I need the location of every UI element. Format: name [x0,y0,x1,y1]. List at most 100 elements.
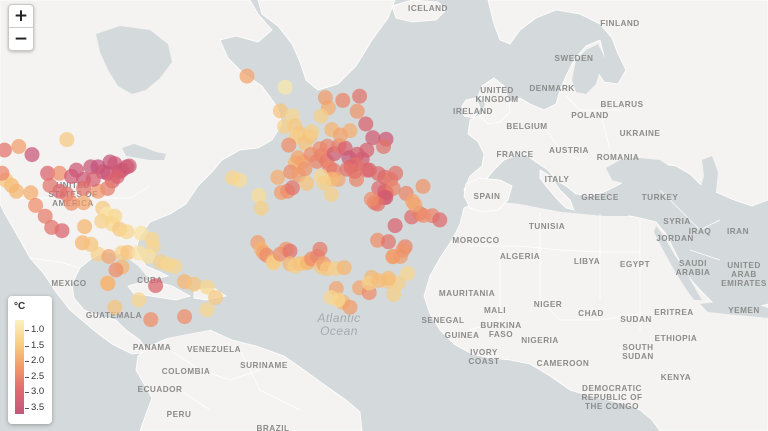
greenland-landmass [257,0,396,91]
station-dot[interactable] [323,187,339,202]
station-dot[interactable] [281,137,297,153]
country-label-iran: IRAN [727,227,749,236]
country-label-iceland: ICELAND [408,4,448,13]
legend-tick-mark [25,361,29,363]
station-dot[interactable] [24,147,40,163]
station-dot[interactable] [100,275,116,291]
station-dot[interactable] [297,161,313,177]
station-dot[interactable] [376,139,392,154]
legend-tick-label: 2.0 [31,355,45,367]
station-dot[interactable] [312,241,328,257]
country-label-austria: AUSTRIA [549,146,589,155]
country-label-niger: NIGER [534,300,562,309]
zoom-out-button[interactable]: − [9,27,33,50]
country-label-cameroon: CAMEROON [537,359,590,368]
country-label-spain: SPAIN [474,192,501,201]
station-dot[interactable] [407,197,423,213]
legend-tick-mark [25,408,29,409]
legend-tick-label: 1.0 [31,324,45,335]
map-viewport[interactable]: ICELAND FINLAND SWEDEN DENMARK UNITED KINGDOM… [0,0,768,431]
station-dot[interactable] [332,127,348,143]
country-label-suriname: SURINAME [240,361,288,370]
station-dot[interactable] [42,178,58,193]
station-dot[interactable] [251,187,267,203]
station-dot[interactable] [395,242,411,258]
station-dot[interactable] [59,132,75,148]
station-dot[interactable] [380,234,396,250]
station-dot[interactable] [108,262,124,278]
station-dot[interactable] [28,197,44,213]
legend-tick-label: 3.5 [31,402,45,413]
station-dot[interactable] [224,170,240,186]
country-label-panama: PANAMA [133,343,171,352]
country-label-sudan: SUDAN [620,315,652,324]
station-dot[interactable] [371,273,387,289]
country-label-yemen: YEMEN [728,306,760,315]
country-label-saudi-arabia: SAUDI ARABIA [676,259,711,277]
basemap: ICELAND FINLAND SWEDEN DENMARK UNITED KINGDOM… [0,0,768,431]
country-label-egypt: EGYPT [620,260,650,269]
station-dot[interactable] [148,278,164,294]
station-dot[interactable] [253,200,269,216]
station-dot[interactable] [270,169,286,185]
country-label-poland: POLAND [571,111,609,120]
station-dot[interactable] [387,218,403,234]
station-dot[interactable] [284,180,300,196]
station-dot[interactable] [107,299,123,315]
country-label-ivory-coast: IVORY COAST [468,348,499,366]
country-label-italy: ITALY [545,175,570,184]
station-dot[interactable] [177,309,193,325]
station-dot[interactable] [317,90,333,106]
station-dot[interactable] [11,139,27,154]
country-label-drc: DEMOCRATIC REPUBLIC OF THE CONGO [582,384,643,411]
station-dot[interactable] [358,116,374,132]
station-dot[interactable] [363,191,379,207]
country-label-ukraine: UKRAINE [620,129,661,138]
station-dot[interactable] [352,88,368,104]
station-dot[interactable] [143,312,159,328]
station-dot[interactable] [186,276,202,292]
country-label-united-kingdom: UNITED KINGDOM [475,86,518,104]
country-label-colombia: COLOMBIA [162,367,211,376]
legend-tick-mark [25,330,29,331]
station-dot[interactable] [330,292,346,308]
station-dot[interactable] [76,195,92,211]
station-dot[interactable] [386,287,402,303]
station-dot[interactable] [101,249,117,264]
station-dot[interactable] [388,165,404,181]
station-dot[interactable] [208,290,224,305]
station-dot[interactable] [131,292,147,308]
station-dot[interactable] [77,219,93,235]
station-dot[interactable] [199,302,215,318]
country-label-libya: LIBYA [574,257,600,266]
station-dot[interactable] [277,79,293,95]
station-dot[interactable] [336,260,352,276]
country-label-kenya: KENYA [661,373,691,382]
station-dot[interactable] [239,68,255,84]
country-label-belgium: BELGIUM [506,122,547,131]
country-label-eritrea: ERITREA [654,308,693,317]
country-label-guinea: GUINEA [445,331,480,340]
country-label-uae: UNITED ARAB EMIRATES [721,261,767,288]
legend-tick-mark [25,392,29,394]
station-dot[interactable] [299,175,315,191]
country-label-tunisia: TUNISIA [529,222,565,231]
station-dot[interactable] [167,258,183,274]
country-label-mexico: MEXICO [51,279,86,288]
legend-unit: °C [14,301,26,312]
station-dot[interactable] [68,162,84,178]
station-dot[interactable] [432,212,448,228]
station-dot[interactable] [415,178,431,194]
station-dot[interactable] [335,92,351,108]
station-dot[interactable] [349,103,365,119]
zoom-control: + − [8,4,34,51]
country-label-finland: FINLAND [600,19,639,28]
station-dot[interactable] [304,124,320,140]
country-label-france: FRANCE [496,150,533,159]
country-label-mauritania: MAURITANIA [439,289,495,298]
station-dot[interactable] [313,108,329,124]
station-dot[interactable] [76,180,92,196]
station-dot[interactable] [121,158,137,174]
station-dot[interactable] [119,224,135,240]
zoom-in-button[interactable]: + [9,5,33,27]
